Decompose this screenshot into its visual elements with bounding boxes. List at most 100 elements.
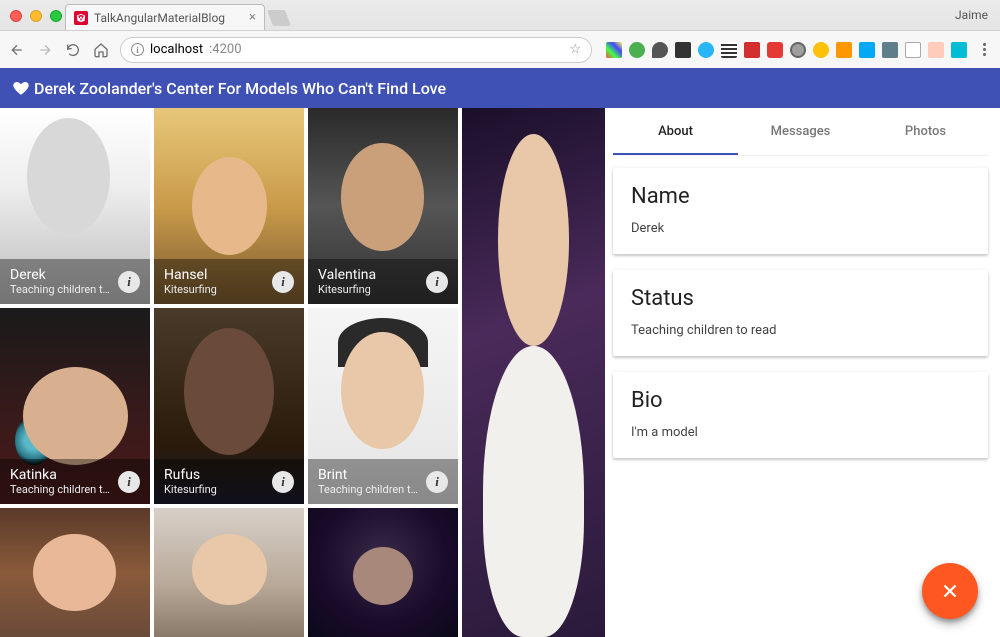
model-photo: [154, 508, 304, 637]
tile-footer: Hansel Kitesurfing i: [154, 259, 304, 304]
extension-icon[interactable]: [744, 42, 760, 58]
tab-close-icon[interactable]: ×: [249, 10, 256, 25]
models-grid: Derek Teaching children to... i Hansel K…: [0, 108, 605, 637]
app-body: Derek Teaching children to... i Hansel K…: [0, 108, 1000, 637]
maximize-window-button[interactable]: [50, 10, 62, 22]
reload-button[interactable]: [64, 42, 82, 58]
extension-icon[interactable]: [629, 42, 645, 58]
fab-close-button[interactable]: [922, 563, 978, 619]
model-subtitle: Kitesurfing: [164, 483, 266, 496]
model-name: Katinka: [10, 467, 112, 483]
app-title: Derek Zoolander's Center For Models Who …: [34, 79, 446, 98]
extension-icon[interactable]: [951, 42, 967, 58]
url-port: :4200: [209, 42, 241, 57]
model-photo: [0, 508, 150, 637]
home-button[interactable]: [92, 42, 110, 58]
browser-toolbar: i localhost :4200 ☆: [0, 30, 1000, 68]
extension-row: [602, 42, 967, 58]
info-button[interactable]: i: [272, 471, 294, 493]
info-button[interactable]: i: [118, 271, 140, 293]
extension-icon[interactable]: [606, 42, 622, 58]
model-photo: [308, 508, 458, 637]
model-name: Rufus: [164, 467, 266, 483]
browser-chrome: TalkAngularMaterialBlog × Jaime i localh…: [0, 0, 1000, 68]
extension-icon[interactable]: [859, 42, 875, 58]
app-toolbar: Derek Zoolander's Center For Models Who …: [0, 68, 1000, 108]
angular-favicon-icon: [74, 11, 88, 25]
detail-cards: Name Derek Status Teaching children to r…: [613, 156, 988, 458]
browser-profile-name[interactable]: Jaime: [955, 8, 988, 22]
card-body: Derek: [631, 221, 970, 236]
back-button[interactable]: [8, 42, 26, 58]
card-title: Name: [631, 184, 970, 209]
model-name: Brint: [318, 467, 420, 483]
site-info-icon[interactable]: i: [131, 43, 144, 56]
model-subtitle: Teaching children to...: [10, 283, 112, 296]
extension-icon[interactable]: [882, 42, 898, 58]
model-tile[interactable]: [154, 508, 304, 637]
bookmark-star-icon[interactable]: ☆: [569, 42, 581, 57]
detail-tabs: About Messages Photos: [613, 108, 988, 156]
card-body: I'm a model: [631, 425, 970, 440]
detail-panel: About Messages Photos Name Derek Status …: [605, 108, 1000, 637]
bio-card: Bio I'm a model: [613, 372, 988, 458]
model-tile-large[interactable]: [462, 108, 605, 637]
close-window-button[interactable]: [10, 10, 22, 22]
model-tile[interactable]: Rufus Kitesurfing i: [154, 308, 304, 504]
window-controls: [10, 10, 62, 22]
model-subtitle: Kitesurfing: [164, 283, 266, 296]
tab-ink-bar: [613, 153, 738, 155]
tile-footer: Derek Teaching children to... i: [0, 259, 150, 304]
extension-icon[interactable]: [675, 42, 691, 58]
info-button[interactable]: i: [272, 271, 294, 293]
extension-icon[interactable]: [721, 42, 737, 58]
extension-icon[interactable]: [767, 42, 783, 58]
model-tile[interactable]: [308, 508, 458, 637]
close-icon: [939, 580, 961, 602]
model-tile[interactable]: Hansel Kitesurfing i: [154, 108, 304, 304]
info-button[interactable]: i: [118, 471, 140, 493]
heart-icon: [12, 79, 30, 97]
model-name: Valentina: [318, 267, 420, 283]
model-name: Hansel: [164, 267, 266, 283]
extension-icon[interactable]: [928, 42, 944, 58]
info-button[interactable]: i: [426, 471, 448, 493]
new-tab-button[interactable]: [267, 10, 291, 26]
url-host: localhost: [150, 42, 203, 57]
tab-about[interactable]: About: [613, 108, 738, 155]
extension-icon[interactable]: [836, 42, 852, 58]
model-tile[interactable]: Valentina Kitesurfing i: [308, 108, 458, 304]
app-root: Derek Zoolander's Center For Models Who …: [0, 68, 1000, 637]
card-body: Teaching children to read: [631, 323, 970, 338]
model-photo: [462, 108, 605, 637]
model-subtitle: Teaching children to...: [10, 483, 112, 496]
tab-title: TalkAngularMaterialBlog: [94, 11, 249, 25]
model-tile[interactable]: Brint Teaching children to... i: [308, 308, 458, 504]
address-bar[interactable]: i localhost :4200 ☆: [120, 37, 592, 63]
extension-icon[interactable]: [652, 42, 668, 58]
model-tile[interactable]: Derek Teaching children to... i: [0, 108, 150, 304]
tab-photos[interactable]: Photos: [863, 108, 988, 155]
forward-button[interactable]: [36, 42, 54, 58]
tile-footer: Brint Teaching children to... i: [308, 459, 458, 504]
tile-footer: Katinka Teaching children to... i: [0, 459, 150, 504]
model-tile[interactable]: [0, 508, 150, 637]
extension-icon[interactable]: [790, 42, 806, 58]
model-subtitle: Teaching children to...: [318, 483, 420, 496]
name-card: Name Derek: [613, 168, 988, 254]
card-title: Status: [631, 286, 970, 311]
extension-icon[interactable]: [698, 42, 714, 58]
tab-messages[interactable]: Messages: [738, 108, 863, 155]
browser-tab[interactable]: TalkAngularMaterialBlog ×: [65, 4, 265, 30]
browser-menu-button[interactable]: [977, 43, 992, 56]
status-card: Status Teaching children to read: [613, 270, 988, 356]
extension-icon[interactable]: [905, 42, 921, 58]
minimize-window-button[interactable]: [30, 10, 42, 22]
model-tile[interactable]: Katinka Teaching children to... i: [0, 308, 150, 504]
extension-icon[interactable]: [813, 42, 829, 58]
info-button[interactable]: i: [426, 271, 448, 293]
model-subtitle: Kitesurfing: [318, 283, 420, 296]
tile-footer: Valentina Kitesurfing i: [308, 259, 458, 304]
tile-footer: Rufus Kitesurfing i: [154, 459, 304, 504]
card-title: Bio: [631, 388, 970, 413]
